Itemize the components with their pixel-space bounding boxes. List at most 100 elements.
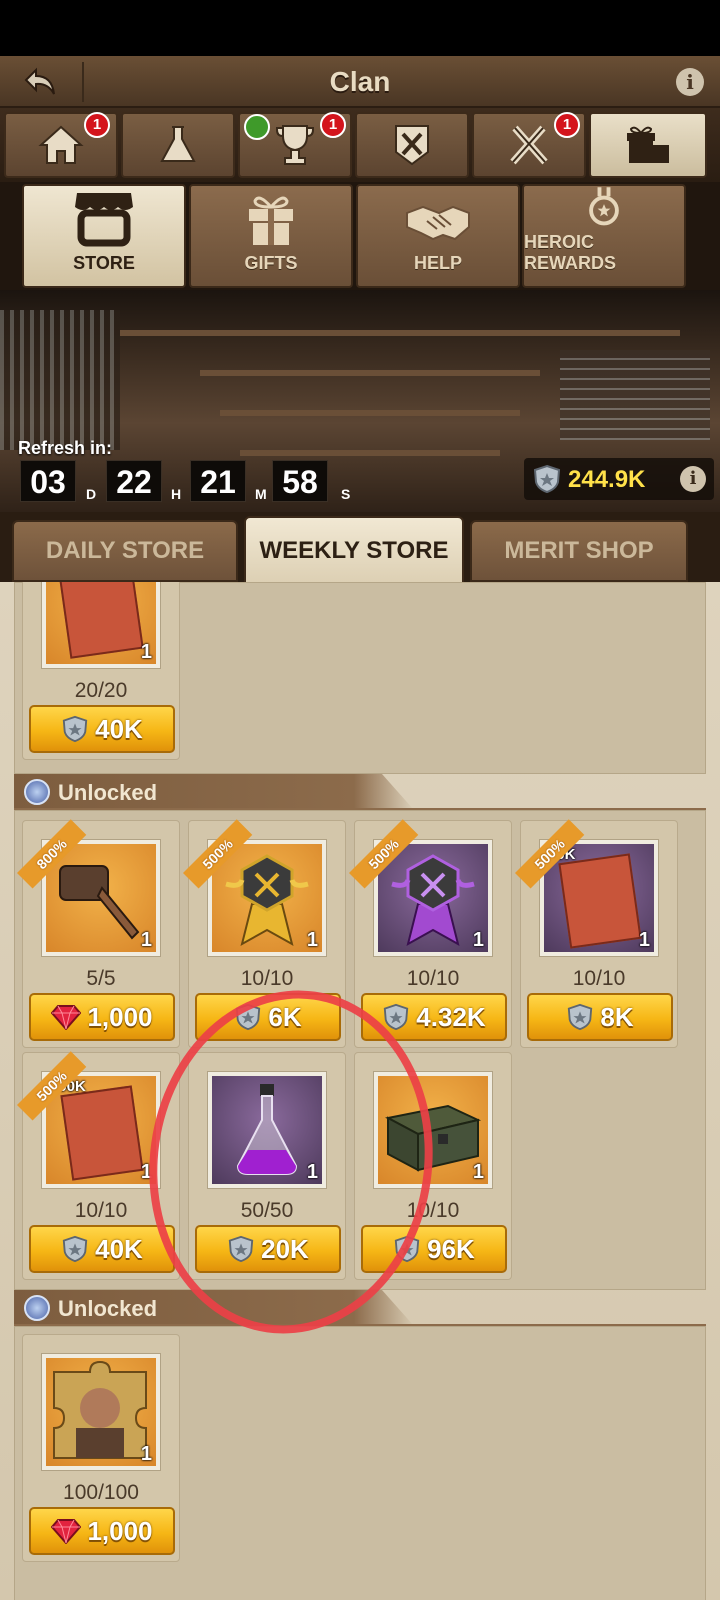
timer-hours-unit: H [171,486,182,502]
item-quantity: 1 [638,929,650,951]
merit-balance: 244.9K i [524,458,714,500]
merit-shield-icon [62,715,88,743]
item-frame: 1 [41,582,161,669]
purchase-limit: 20/20 [74,679,128,702]
book-icon [60,1085,144,1181]
unlock-badge-icon [24,779,50,805]
item-frame: 1 [41,1353,161,1471]
shelf-decoration [220,410,520,416]
purple-medal-icon [391,854,475,947]
page-title: Clan [329,66,391,97]
merit-info-icon[interactable]: i [680,466,706,492]
purchase-limit: 10/10 [572,967,626,990]
timer-minutes: 21 [190,460,246,502]
purchase-limit: 5/5 [86,967,116,990]
merit-shield-icon [384,1003,409,1031]
buy-price: 96K [427,1233,475,1264]
section-header-unlocked: Unlocked [14,774,414,810]
key-image: 1 [46,844,156,952]
merit-shield-icon [568,1003,593,1031]
tab-heroic-rewards-label: HEROIC REWARDS [524,232,617,273]
handshake-icon [406,205,470,241]
purchase-limit: 100/100 [63,1481,139,1504]
merit-balance-value: 244.9K [568,466,646,493]
tab-home[interactable]: 1 [4,112,118,178]
crossed-tools-icon [395,125,429,166]
tab-heroic-rewards[interactable]: HEROIC REWARDS [522,184,686,288]
hero-puzzle-image: 1 [46,1358,156,1466]
store-item-card[interactable]: 1 20/20 40K [22,582,180,760]
buy-button[interactable]: 40K [29,705,175,753]
tab-store[interactable]: STORE [22,184,186,288]
store-item-card[interactable]: 1 500% 10/10 4.32K [349,819,512,1048]
buy-button[interactable]: 1,000 [29,1507,175,1555]
item-quantity: 1 [140,1443,152,1465]
crossed-weapons-icon [510,125,548,165]
purchase-limit: 10/10 [240,967,294,990]
timer-seconds: 58 [272,460,328,502]
gift-icon [249,196,293,245]
weapon-rack-decoration [0,310,120,450]
hero-puzzle-icon [53,1360,147,1459]
trophy-icon [276,125,314,165]
buy-price: 40K [95,713,143,744]
notification-badge: 1 [320,112,346,138]
exp-book-image: 100K 1 [46,1076,156,1184]
tab-merit-shop[interactable]: MERIT SHOP [470,520,688,582]
section-title: Unlocked [58,780,158,805]
pegboard-decoration [560,350,710,440]
gold-medal-icon [225,854,309,947]
home-icon [38,125,84,164]
tab-daily-store[interactable]: DAILY STORE [12,520,238,582]
item-quantity: 1 [472,1161,484,1183]
tab-gifts-label: GIFTS [244,253,298,273]
header-bar: Clan i [0,56,720,108]
tab-help-label: HELP [413,253,462,273]
buy-button[interactable]: 40K [29,1225,175,1273]
timer-minutes-unit: M [255,486,267,502]
book-icon [558,853,642,949]
tab-store-label: STORE [73,253,135,273]
store-item-card[interactable]: 1 800% 5/5 1,000 [17,819,180,1048]
merit-shield-icon [533,464,561,494]
store-item-card[interactable]: 1 100/100 1,000 [22,1334,180,1562]
tab-gifts[interactable]: GIFTS [189,184,353,288]
gold-medal-image: 1 [212,844,322,952]
hammer-badge-icon [244,114,270,140]
purchase-limit: 10/10 [406,967,460,990]
purple-medal-image: 1 [378,844,488,952]
shelf-decoration [120,330,680,336]
buy-price: 1,000 [87,1001,153,1032]
timer-days: 03 [20,460,76,502]
refresh-label: Refresh in: [18,438,113,458]
tab-weekly-store[interactable]: WEEKLY STORE [244,516,464,584]
tab-crafting[interactable] [355,112,469,178]
buy-price: 1,000 [87,1515,153,1546]
item-quantity: 1 [472,929,484,951]
shelf-decoration [200,370,540,376]
tab-gifts-store[interactable] [589,112,707,178]
ruby-icon [51,1519,82,1544]
storefront-icon [75,193,133,247]
tab-trophy[interactable]: 1 [238,112,352,178]
timer-hours: 22 [106,460,162,502]
buy-button[interactable]: 8K [527,993,673,1041]
buy-button[interactable]: 1,000 [29,993,175,1041]
buy-price: 4.32K [416,1001,486,1032]
tab-help[interactable]: HELP [356,184,520,288]
item-quantity: 1 [140,929,152,951]
exp-book-image: 20K 1 [544,844,654,952]
book-icon [58,582,144,659]
store-item-card[interactable]: 20K 1 500% 10/10 8K [515,819,678,1048]
tab-research[interactable] [121,112,235,178]
merit-shield-icon [62,1235,88,1263]
info-icon[interactable]: i [676,68,704,96]
store-type-tabs: DAILY STORE WEEKLY STORE MERIT SHOP [0,512,720,584]
tab-war[interactable]: 1 [472,112,586,178]
medal-icon [589,187,619,226]
store-banner: Refresh in: 03 D 22 H 21 M 58 S 244.9K i [0,290,720,512]
shelf-decoration [240,450,500,456]
notification-badge: 1 [554,112,580,138]
buy-price: 40K [95,1233,143,1264]
unlock-badge-icon [24,1295,50,1321]
